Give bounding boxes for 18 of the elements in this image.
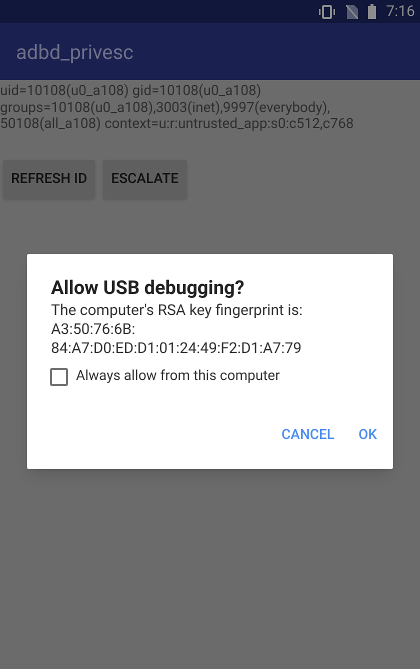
- dialog-button[interactable]: CANCEL: [274, 417, 342, 453]
- checkbox[interactable]: [50, 368, 68, 386]
- dialog-message-line: 84:A7:D0:ED:D1:01:24:49:F2:D1:A7:79: [51, 339, 303, 358]
- dialog-message-line: The computer's RSA key fingerprint is:: [51, 301, 304, 320]
- action-button[interactable]: ESCALATE: [103, 160, 187, 198]
- always-allow-checkbox[interactable]: Always allow from this computer: [50, 366, 369, 387]
- id-output-line: groups=10108(u0_a108),3003(inet),9997(everybody),: [0, 100, 332, 116]
- vibrate-icon: [318, 4, 336, 18]
- app-title: adbd_privesc: [16, 38, 134, 66]
- dialog-message-line: A3:50:76:6B:: [51, 320, 136, 339]
- battery-icon: [368, 4, 376, 19]
- dialog-button[interactable]: OK: [350, 417, 385, 453]
- dialog-title: Allow USB debugging?: [51, 276, 246, 300]
- action-button[interactable]: REFRESH ID: [3, 160, 96, 198]
- id-output-line: uid=10108(u0_a108) gid=10108(u0_a108): [0, 83, 262, 100]
- no-sim-icon: [346, 4, 358, 18]
- status-time: 7:16: [386, 1, 415, 22]
- id-output-line: 50108(all_a108) context=u:r:untrusted_app:s0:c512,c768: [0, 116, 355, 132]
